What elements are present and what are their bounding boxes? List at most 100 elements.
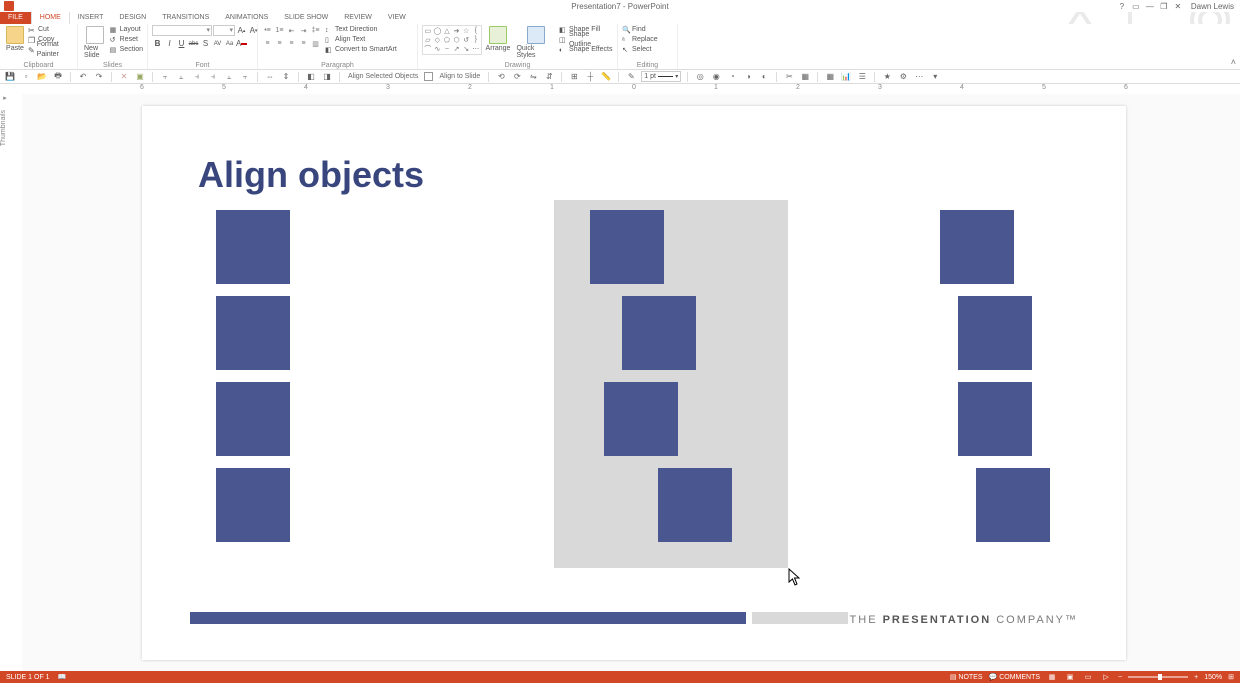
qat-guides-button[interactable]: ┼ xyxy=(584,71,596,83)
qat-print-button[interactable]: 🖶 xyxy=(52,71,64,83)
qat-dist-v-button[interactable]: ⇕ xyxy=(280,71,292,83)
qat-table-button[interactable]: ▦ xyxy=(824,71,836,83)
shape-square[interactable] xyxy=(216,468,290,542)
qat-align-bottom-button[interactable]: ⫟ xyxy=(239,71,251,83)
qat-merge-subtract-button[interactable]: ◐ xyxy=(758,71,770,83)
tab-slideshow[interactable]: SLIDE SHOW xyxy=(276,12,336,24)
close-button[interactable]: ✕ xyxy=(1173,2,1183,11)
shape-square[interactable] xyxy=(216,382,290,456)
qat-rotate-right-button[interactable]: ⟳ xyxy=(511,71,523,83)
tab-home[interactable]: HOME xyxy=(31,11,70,24)
arrange-button[interactable]: Arrange xyxy=(484,25,513,53)
qat-customize-button[interactable]: ▾ xyxy=(929,71,941,83)
qat-ruler-button[interactable]: 📏 xyxy=(600,71,612,83)
new-slide-button[interactable]: New Slide xyxy=(82,25,108,60)
shadow-button[interactable]: S xyxy=(200,38,211,49)
shape-square[interactable] xyxy=(658,468,732,542)
qat-merge-intersect-button[interactable]: ◑ xyxy=(742,71,754,83)
slide-title[interactable]: Align objects xyxy=(198,154,424,196)
qat-animation-pane-button[interactable]: ★ xyxy=(881,71,893,83)
qat-line-weight-dropdown[interactable]: 1 pt▾ xyxy=(641,71,681,82)
grow-font-button[interactable]: A▴ xyxy=(236,25,247,36)
tab-insert[interactable]: INSERT xyxy=(70,12,112,24)
find-button[interactable]: 🔍Find xyxy=(622,25,658,35)
increase-indent-button[interactable]: ⇥ xyxy=(298,25,309,36)
font-name-dropdown[interactable] xyxy=(152,25,212,36)
shape-square[interactable] xyxy=(976,468,1050,542)
shape-square[interactable] xyxy=(622,296,696,370)
collapse-ribbon-button[interactable]: ˄ xyxy=(1231,57,1236,67)
shape-effects-button[interactable]: ◐Shape Effects xyxy=(559,45,613,55)
slide-workspace[interactable]: Align objects THE PRESENTATION COMPANY™ xyxy=(22,94,1240,671)
qat-redo-button[interactable]: ↷ xyxy=(93,71,105,83)
zoom-out-button[interactable]: − xyxy=(1118,674,1122,681)
qat-group-button[interactable]: ▣ xyxy=(134,71,146,83)
align-selected-label[interactable]: Align Selected Objects xyxy=(346,73,420,80)
reading-view-button[interactable]: ▭ xyxy=(1082,672,1094,682)
qat-snap-grid-button[interactable]: ⊞ xyxy=(568,71,580,83)
qat-undo-button[interactable]: ↶ xyxy=(77,71,89,83)
align-right-button[interactable]: ≡ xyxy=(286,38,297,49)
shape-square[interactable] xyxy=(940,210,1014,284)
qat-more-button[interactable]: ⋯ xyxy=(913,71,925,83)
qat-format-pane-button[interactable]: ⚙ xyxy=(897,71,909,83)
shape-square[interactable] xyxy=(216,296,290,370)
zoom-in-button[interactable]: + xyxy=(1194,674,1198,681)
align-to-slide-checkbox[interactable] xyxy=(424,72,433,81)
slideshow-view-button[interactable]: ▷ xyxy=(1100,672,1112,682)
expand-thumbnails-icon[interactable]: ▸ xyxy=(0,94,10,104)
tab-review[interactable]: REVIEW xyxy=(336,12,380,24)
justify-button[interactable]: ≡ xyxy=(298,38,309,49)
char-spacing-button[interactable]: AV xyxy=(212,38,223,49)
fit-to-window-button[interactable]: ⊞ xyxy=(1228,673,1234,681)
qat-open-button[interactable]: 📂 xyxy=(36,71,48,83)
decrease-indent-button[interactable]: ⇤ xyxy=(286,25,297,36)
shape-square[interactable] xyxy=(590,210,664,284)
font-size-dropdown[interactable] xyxy=(213,25,235,36)
qat-selection-pane-button[interactable]: ☰ xyxy=(856,71,868,83)
bullets-button[interactable]: •≡ xyxy=(262,25,273,36)
zoom-slider[interactable] xyxy=(1128,676,1188,678)
qat-dist-h-button[interactable]: ⇔ xyxy=(264,71,276,83)
align-text-button[interactable]: ▯Align Text xyxy=(325,35,397,45)
line-spacing-button[interactable]: ‡≡ xyxy=(310,25,321,36)
qat-compress-button[interactable]: ▦ xyxy=(799,71,811,83)
tab-design[interactable]: DESIGN xyxy=(111,12,154,24)
qat-merge-combine-button[interactable]: ◉ xyxy=(710,71,722,83)
quick-styles-button[interactable]: Quick Styles xyxy=(514,25,557,60)
qat-new-button[interactable]: ▫ xyxy=(20,71,32,83)
slide-counter[interactable]: SLIDE 1 OF 1 xyxy=(6,674,50,681)
align-to-slide-label[interactable]: Align to Slide xyxy=(437,73,482,80)
tab-view[interactable]: VIEW xyxy=(380,12,414,24)
sorter-view-button[interactable]: ▣ xyxy=(1064,672,1076,682)
strike-button[interactable]: abc xyxy=(188,38,199,49)
layout-button[interactable]: ▦Layout xyxy=(110,25,143,35)
qat-align-left-button[interactable]: ⫟ xyxy=(159,71,171,83)
shape-square[interactable] xyxy=(216,210,290,284)
shape-square[interactable] xyxy=(604,382,678,456)
align-center-button[interactable]: ≡ xyxy=(274,38,285,49)
help-icon[interactable]: ? xyxy=(1117,2,1127,11)
section-button[interactable]: ▤Section xyxy=(110,45,143,55)
qat-align-right-button[interactable]: ⫞ xyxy=(191,71,203,83)
normal-view-button[interactable]: ▦ xyxy=(1046,672,1058,682)
qat-ungroup-button[interactable]: ✕ xyxy=(118,71,130,83)
qat-crop-button[interactable]: ✂ xyxy=(783,71,795,83)
shapes-gallery[interactable]: ▭◯△➔☆{ ▱◇⬠⬡↺} ⌒∿⎯↗↘⋯ xyxy=(422,25,482,55)
notes-button[interactable]: ▤ NOTES xyxy=(950,673,983,681)
qat-bring-front-button[interactable]: ◧ xyxy=(305,71,317,83)
reset-button[interactable]: ↺Reset xyxy=(110,35,143,45)
italic-button[interactable]: I xyxy=(164,38,175,49)
qat-save-button[interactable]: 💾 xyxy=(4,71,16,83)
text-direction-button[interactable]: ↕Text Direction xyxy=(325,25,397,35)
underline-button[interactable]: U xyxy=(176,38,187,49)
qat-flip-h-button[interactable]: ⇋ xyxy=(527,71,539,83)
numbering-button[interactable]: 1≡ xyxy=(274,25,285,36)
shape-square[interactable] xyxy=(958,382,1032,456)
font-color-button[interactable]: A xyxy=(236,38,247,49)
replace-button[interactable]: ᵃReplace xyxy=(622,35,658,45)
restore-button[interactable]: ❐ xyxy=(1159,2,1169,11)
paste-button[interactable]: Paste xyxy=(4,25,26,53)
qat-align-middle-button[interactable]: ⫠ xyxy=(223,71,235,83)
comments-button[interactable]: 💬 COMMENTS xyxy=(989,673,1041,681)
